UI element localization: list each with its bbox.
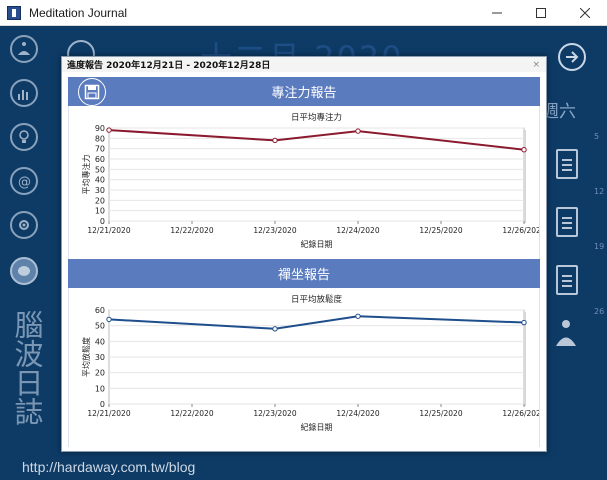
y-tick-label: 20: [95, 369, 105, 378]
data-point[interactable]: [106, 316, 112, 323]
data-point[interactable]: [272, 137, 278, 144]
attention-report-title: 專注力報告: [271, 86, 337, 101]
y-tick-label: 10: [95, 207, 105, 216]
dialog-close-button[interactable]: ×: [532, 60, 540, 70]
attention-line-chart: 日平均專注力 010 203040 506070 8090 12/21/2020 12/22…: [81, 112, 539, 249]
dialog-body: 專注力報告 日平均專注力 0 10 20 30 40 50 60 70 80 90 12/21/202…: [68, 77, 540, 447]
day-number: 19: [594, 242, 605, 251]
x-tick-label: 12/24/2020: [336, 226, 379, 235]
journal-document-icon[interactable]: [556, 149, 578, 179]
x-tick-label: 12/22/2020: [170, 226, 213, 235]
relaxation-line-chart: 日平均放鬆度 0 10 20 30 40 50 60 12/21/2020 12/22/2020 1…: [81, 294, 539, 432]
window-titlebar: Meditation Journal: [0, 0, 607, 26]
y-axis-label: 平均專注力: [81, 155, 91, 195]
email-icon[interactable]: @: [10, 167, 38, 195]
y-tick-label: 60: [95, 306, 105, 315]
attention-chart-panel: 日平均專注力 0 10 20 30 40 50 60 70 80 90 12/21/2020 12/22…: [68, 106, 540, 259]
app-side-title: 腦波日誌: [10, 310, 44, 426]
y-tick-label: 70: [95, 145, 105, 154]
y-tick-label: 40: [95, 176, 105, 185]
dialog-title: 進度報告 2020年12月21日 - 2020年12月28日: [67, 61, 271, 71]
data-point[interactable]: [272, 326, 278, 332]
meditation-pose-icon[interactable]: [553, 319, 579, 349]
settings-icon[interactable]: [10, 211, 38, 239]
day-number: 26: [594, 307, 605, 316]
plot-shadow: [524, 312, 526, 406]
dialog-header: 進度報告 2020年12月21日 - 2020年12月28日 ×: [62, 57, 546, 72]
y-tick-label: 50: [95, 322, 105, 331]
lightbulb-icon[interactable]: [10, 123, 38, 151]
minimize-button[interactable]: [475, 0, 519, 26]
close-icon: [580, 7, 590, 18]
x-axis-label: 紀錄日期: [301, 239, 333, 249]
data-point[interactable]: [355, 313, 361, 319]
y-axis-label: 平均放鬆度: [81, 337, 91, 377]
x-axis-label: 紀錄日期: [301, 422, 333, 432]
x-tick-label: 12/25/2020: [419, 409, 462, 418]
y-tick-label: 0: [100, 217, 105, 226]
data-point[interactable]: [521, 319, 527, 326]
weekday-header: 週六: [542, 102, 576, 122]
y-tick-label: 40: [95, 337, 105, 346]
y-tick-label: 80: [95, 134, 105, 143]
close-window-button[interactable]: [563, 0, 607, 26]
app-icon: [7, 5, 21, 20]
x-tick-label: 12/26/2020: [502, 226, 539, 235]
y-tick-label: 10: [95, 384, 105, 393]
day-number: 5: [594, 132, 600, 141]
x-tick-label: 12/21/2020: [87, 226, 130, 235]
svg-text:@: @: [18, 175, 31, 189]
meditation-report-title: 禪坐報告: [277, 268, 330, 283]
x-tick-label: 12/22/2020: [170, 409, 213, 418]
y-tick-label: 30: [95, 186, 105, 195]
x-tick-label: 12/23/2020: [253, 409, 296, 418]
maximize-icon: [536, 7, 546, 18]
attention-report-band: 專注力報告: [68, 77, 540, 106]
relaxation-chart-panel: 日平均放鬆度 0 10 20 30 40 50 60 12/21/2020 12/22/2020 1…: [68, 288, 540, 447]
meditation-report-band: 禪坐報告: [68, 259, 540, 288]
x-tick-label: 12/24/2020: [336, 409, 379, 418]
statistics-icon[interactable]: [10, 79, 38, 107]
progress-report-dialog: 進度報告 2020年12月21日 - 2020年12月28日 × 專注力報告 日…: [61, 56, 547, 452]
day-number: 12: [594, 187, 605, 196]
journal-document-icon[interactable]: [556, 265, 578, 295]
y-tick-label: 60: [95, 155, 105, 164]
maximize-button[interactable]: [519, 0, 563, 26]
plot-shadow: [524, 130, 526, 223]
window-controls: [475, 0, 607, 26]
watermark-url: http://hardaway.com.tw/blog: [22, 459, 196, 475]
chart-title: 日平均專注力: [291, 112, 342, 123]
y-tick-label: 30: [95, 353, 105, 362]
y-tick-label: 0: [100, 400, 105, 409]
journal-document-icon[interactable]: [556, 207, 578, 237]
minimize-icon: [492, 12, 502, 13]
x-tick-label: 12/23/2020: [253, 226, 296, 235]
x-tick-label: 12/25/2020: [419, 226, 462, 235]
brain-icon[interactable]: [10, 257, 38, 285]
meditation-icon[interactable]: [10, 35, 38, 63]
window-title: Meditation Journal: [29, 5, 128, 20]
arrow-right-icon: [566, 51, 579, 63]
x-tick-label: 12/21/2020: [87, 409, 130, 418]
data-point[interactable]: [106, 127, 112, 133]
y-tick-label: 50: [95, 165, 105, 174]
y-tick-label: 90: [95, 124, 105, 133]
data-point[interactable]: [521, 147, 527, 153]
y-tick-label: 20: [95, 196, 105, 205]
save-icon[interactable]: [78, 78, 106, 106]
next-month-button[interactable]: [558, 43, 586, 71]
x-tick-label: 12/26/2020: [502, 409, 539, 418]
data-point[interactable]: [355, 128, 361, 134]
chart-title: 日平均放鬆度: [291, 294, 343, 305]
